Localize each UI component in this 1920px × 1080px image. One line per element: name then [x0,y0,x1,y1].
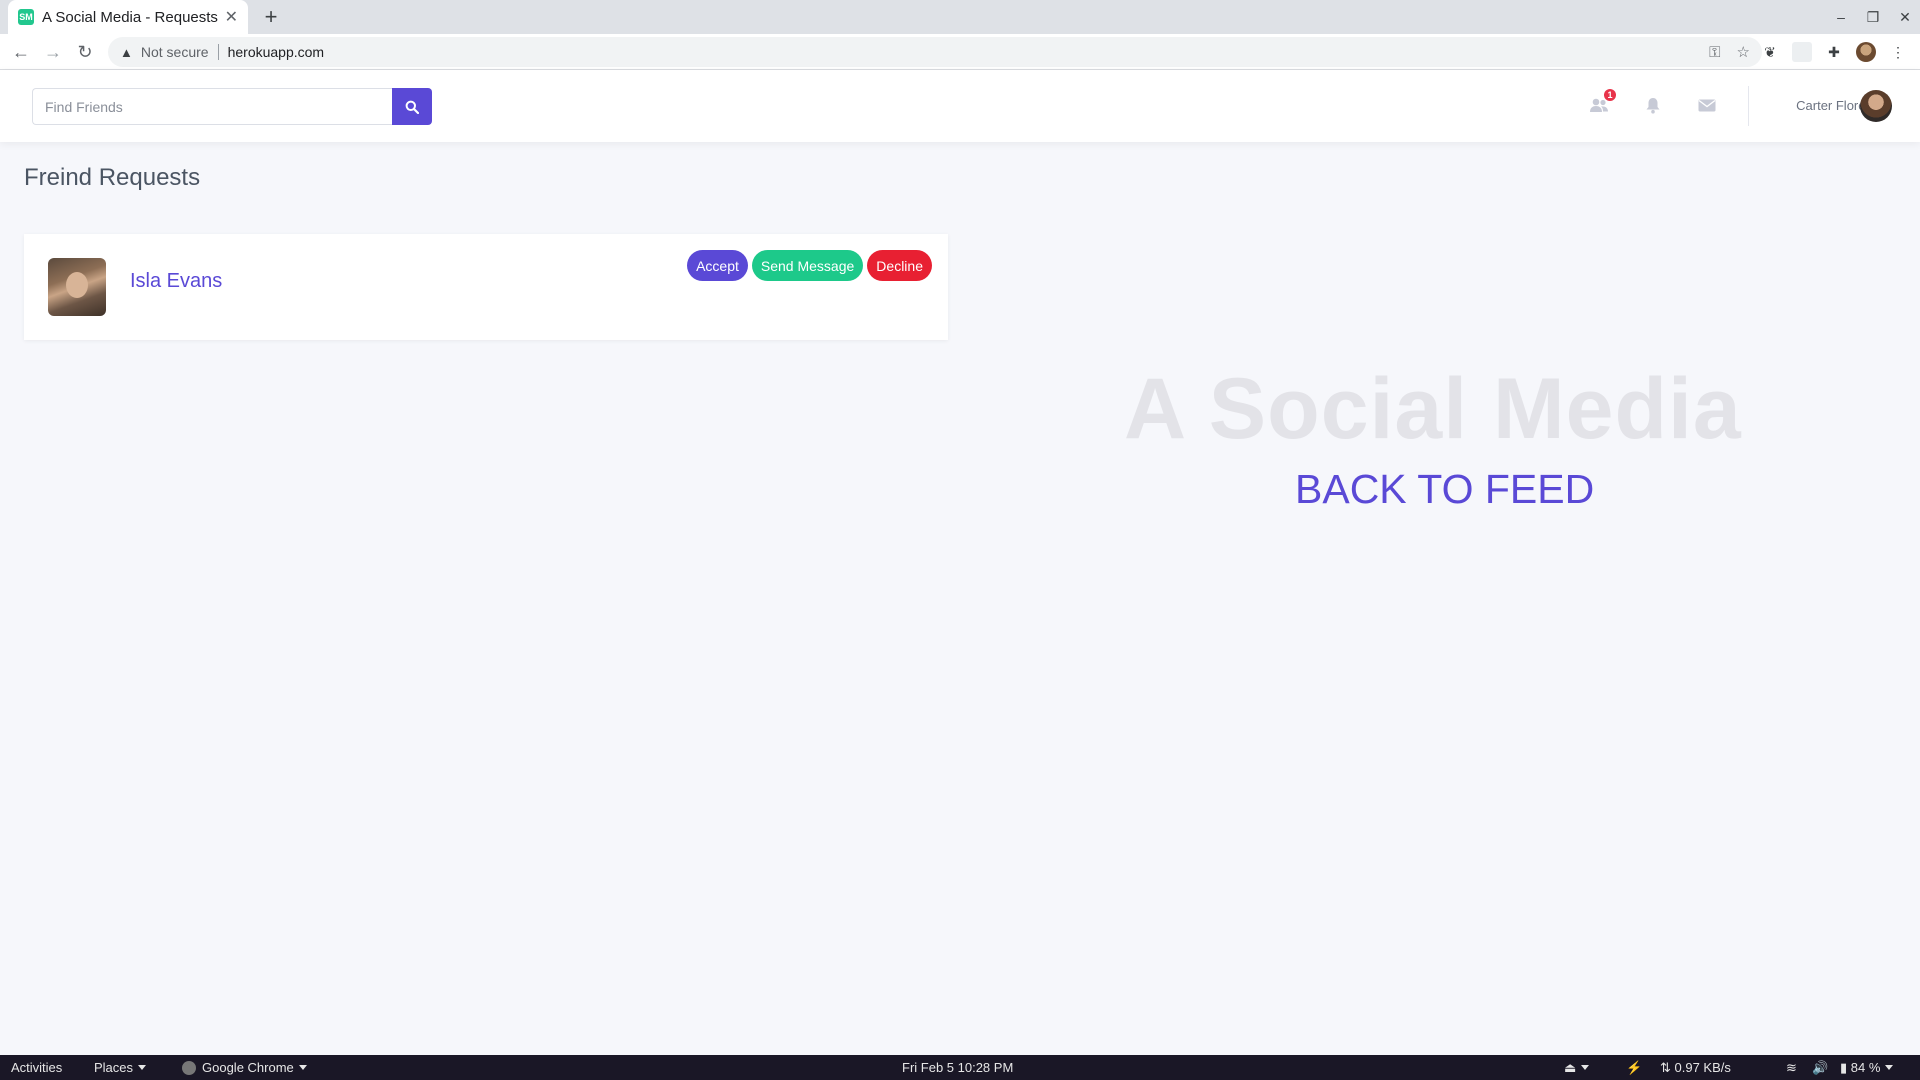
friend-search [32,88,432,125]
network-speed[interactable]: ⇅ 0.97 KB/s [1660,1055,1731,1080]
eject-icon[interactable]: ⏏ [1564,1055,1590,1080]
browser-toolbar: ← → ↻ ▲ Not secure herokuapp.com ⚿ ☆ ❦ ✚… [0,34,1920,70]
window-close-icon[interactable]: ✕ [1896,8,1914,26]
activities-button[interactable]: Activities [11,1055,62,1080]
request-actions: Accept Send Message Decline [687,250,932,281]
extensions-area: ❦ ✚ ⋮ [1760,39,1908,65]
power-icon[interactable]: ⚡ [1626,1055,1642,1080]
header-icons: 1 [1588,89,1718,116]
notifications-button[interactable] [1642,94,1664,116]
places-caret-icon [138,1065,147,1070]
forward-arrow-icon[interactable]: → [40,39,66,65]
window-controls: – ❐ ✕ [1832,0,1914,34]
eject-caret-icon [1581,1065,1590,1070]
brand-watermark: A Social Media [1124,361,1742,457]
browser-profile-avatar[interactable] [1856,42,1876,62]
address-bar[interactable]: ▲ Not secure herokuapp.com ⚿ ☆ [108,37,1762,67]
system-caret-icon [1885,1065,1894,1070]
friend-request-card: Isla Evans Accept Send Message Decline [24,234,948,340]
clock[interactable]: Fri Feb 5 10:28 PM [902,1055,1013,1080]
extension-icon[interactable]: ❦ [1760,42,1780,62]
page-title: Freind Requests [24,164,201,191]
accept-button[interactable]: Accept [687,250,748,281]
app-menu[interactable]: Google Chrome [182,1055,307,1080]
requester-avatar[interactable] [48,258,106,316]
battery-percent: 84 % [1850,1060,1881,1075]
places-menu[interactable]: Places [94,1055,147,1080]
current-user-name[interactable]: Carter Flores [1760,98,1872,113]
key-icon[interactable]: ⚿ [1709,44,1720,61]
battery-icon: ▮ [1840,1059,1848,1075]
new-tab-icon[interactable]: + [258,4,284,30]
bookmark-star-icon[interactable]: ☆ [1737,43,1750,61]
app-menu-label: Google Chrome [202,1060,294,1075]
app-header: 1 Carter Flores [0,70,1920,142]
friend-requests-badge: 1 [1604,89,1616,101]
site-favicon-icon: SM [18,9,34,25]
back-to-feed-link[interactable]: BACK TO FEED [1295,466,1594,513]
tab-close-icon[interactable]: ✕ [225,7,238,27]
tab-title: A Social Media - Requests [42,8,218,26]
search-input[interactable] [32,88,392,125]
places-label: Places [94,1060,134,1075]
send-message-button[interactable]: Send Message [751,250,864,281]
url-text[interactable]: herokuapp.com [228,44,325,60]
warning-icon: ▲ [120,44,133,60]
browser-tab[interactable]: SM A Social Media - Requests ✕ [8,0,248,34]
security-indicator[interactable]: Not secure [141,44,209,60]
header-divider [1748,86,1749,126]
bell-icon [1646,97,1660,113]
messages-button[interactable] [1696,94,1718,116]
wifi-icon[interactable]: ≋ [1786,1055,1797,1080]
back-arrow-icon[interactable]: ← [8,39,34,65]
decline-button[interactable]: Decline [867,250,932,281]
envelope-icon [1698,99,1716,111]
kebab-menu-icon[interactable]: ⋮ [1888,42,1908,62]
app-caret-icon [298,1065,307,1070]
os-taskbar: Activities Places Google Chrome Fri Feb … [0,1055,1920,1080]
current-user-avatar[interactable] [1860,90,1892,122]
chrome-icon [182,1060,196,1075]
browser-tab-strip: SM A Social Media - Requests ✕ + – ❐ ✕ [0,0,1920,34]
omnibox-separator [217,44,219,60]
omnibox-actions: ⚿ ☆ [1709,37,1750,67]
restore-icon[interactable]: ❐ [1864,8,1882,26]
requester-name-link[interactable]: Isla Evans [130,270,222,293]
search-icon [405,100,419,114]
puzzle-icon[interactable]: ✚ [1824,42,1844,62]
volume-icon[interactable]: 🔊 [1812,1055,1828,1080]
extension-placeholder-icon[interactable] [1792,42,1812,62]
battery-indicator[interactable]: ▮ 84 % [1840,1055,1894,1080]
search-button[interactable] [392,88,432,125]
minimize-icon[interactable]: – [1832,8,1850,26]
friend-requests-button[interactable]: 1 [1588,89,1616,116]
reload-icon[interactable]: ↻ [72,39,98,65]
